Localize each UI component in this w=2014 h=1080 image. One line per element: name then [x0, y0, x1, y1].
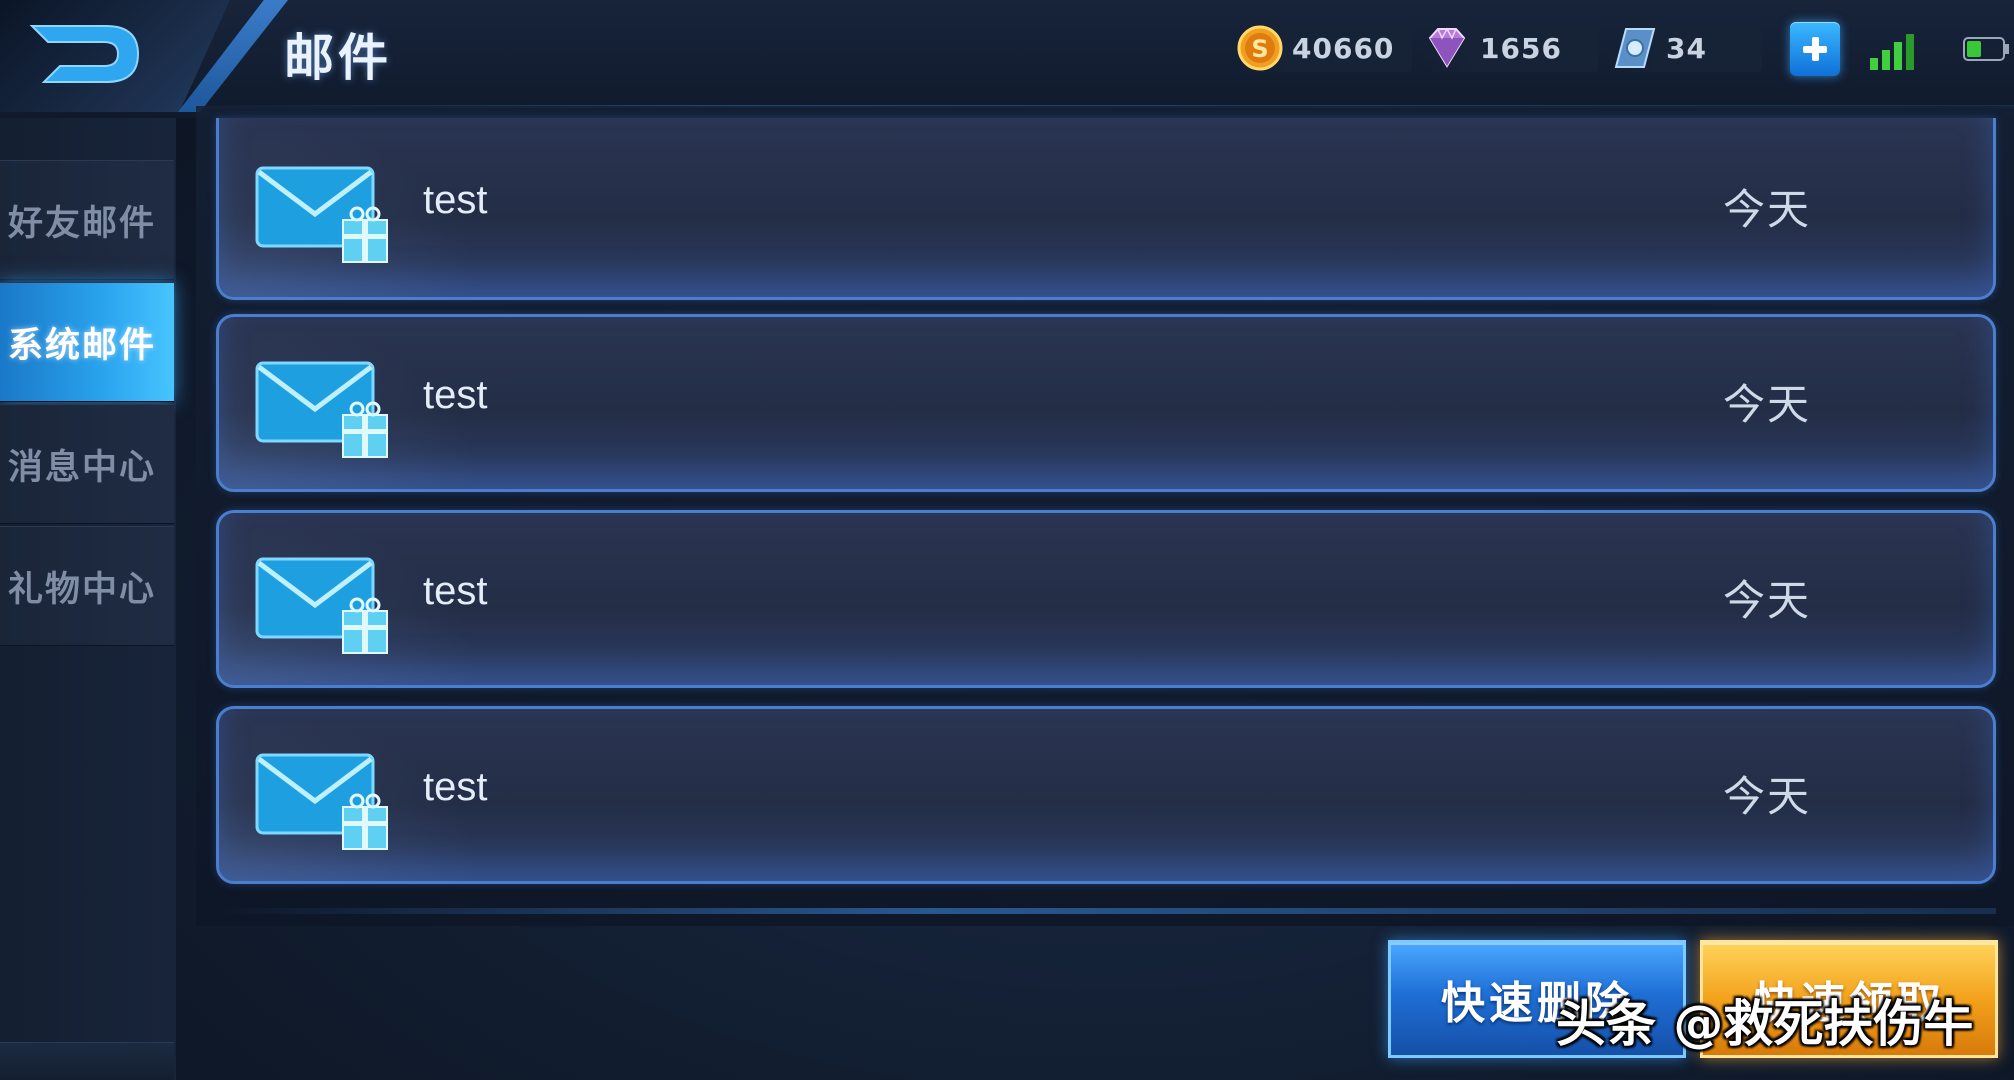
- tab-label: 消息中心: [8, 447, 157, 488]
- back-arrow-icon: [29, 25, 140, 83]
- tab-friend-mail[interactable]: 好友邮件: [0, 160, 174, 280]
- tab-label: 礼物中心: [8, 569, 157, 610]
- watermark-text: 头条 @救死扶伤牛: [1556, 995, 1974, 1053]
- list-divider-glow: [216, 908, 1996, 914]
- gold-amount: 40660: [1292, 31, 1395, 65]
- mail-title: test: [423, 765, 488, 809]
- back-button[interactable]: [26, 18, 146, 90]
- diamond-currency: 1656: [1422, 24, 1598, 72]
- tab-system-mail[interactable]: 系统邮件: [0, 282, 174, 402]
- gold-coin-icon: S: [1237, 25, 1283, 71]
- mail-item[interactable]: test 今天: [216, 510, 1996, 688]
- page-title: 邮件: [284, 29, 392, 87]
- coupon-icon: [1614, 28, 1656, 68]
- signal-icon: [1870, 34, 1914, 70]
- mail-gift-icon: [255, 361, 388, 458]
- coupon-currency: 34: [1612, 24, 1762, 72]
- mail-title: test: [423, 178, 488, 222]
- svg-text:S: S: [1251, 35, 1268, 63]
- mail-date: 今天: [1723, 772, 1812, 821]
- tab-gift-center[interactable]: 礼物中心: [0, 526, 174, 646]
- mail-category-sidebar: 好友邮件 系统邮件 消息中心 礼物中心: [0, 118, 176, 1080]
- tab-label: 好友邮件: [8, 203, 157, 244]
- mail-title: test: [423, 373, 488, 417]
- diamond-amount: 1656: [1480, 31, 1562, 65]
- mail-gift-icon: [255, 166, 388, 263]
- gold-currency: S 40660: [1236, 24, 1412, 72]
- mail-gift-icon: [255, 557, 388, 654]
- mail-date: 今天: [1723, 380, 1812, 429]
- mail-gift-icon: [255, 753, 388, 850]
- sidebar-footer: [0, 1042, 174, 1080]
- diamond-icon: [1428, 27, 1466, 68]
- recharge-add-button[interactable]: [1790, 22, 1840, 76]
- top-bar: 邮件 S 40660 1656 34: [0, 0, 2014, 118]
- mail-title: test: [423, 569, 488, 613]
- coupon-amount: 34: [1666, 31, 1707, 65]
- mail-screen: 邮件 S 40660 1656 34 好友邮件 系统邮件 消息中心 礼物中心 t…: [0, 0, 2014, 1080]
- mail-date: 今天: [1723, 185, 1812, 234]
- battery-icon: [1963, 37, 2009, 61]
- mail-item[interactable]: test 今天: [216, 314, 1996, 492]
- mail-item[interactable]: test 今天: [216, 118, 1996, 300]
- mail-item[interactable]: test 今天: [216, 706, 1996, 884]
- tab-label: 系统邮件: [8, 325, 157, 366]
- tab-message-center[interactable]: 消息中心: [0, 404, 174, 524]
- mail-date: 今天: [1723, 576, 1812, 625]
